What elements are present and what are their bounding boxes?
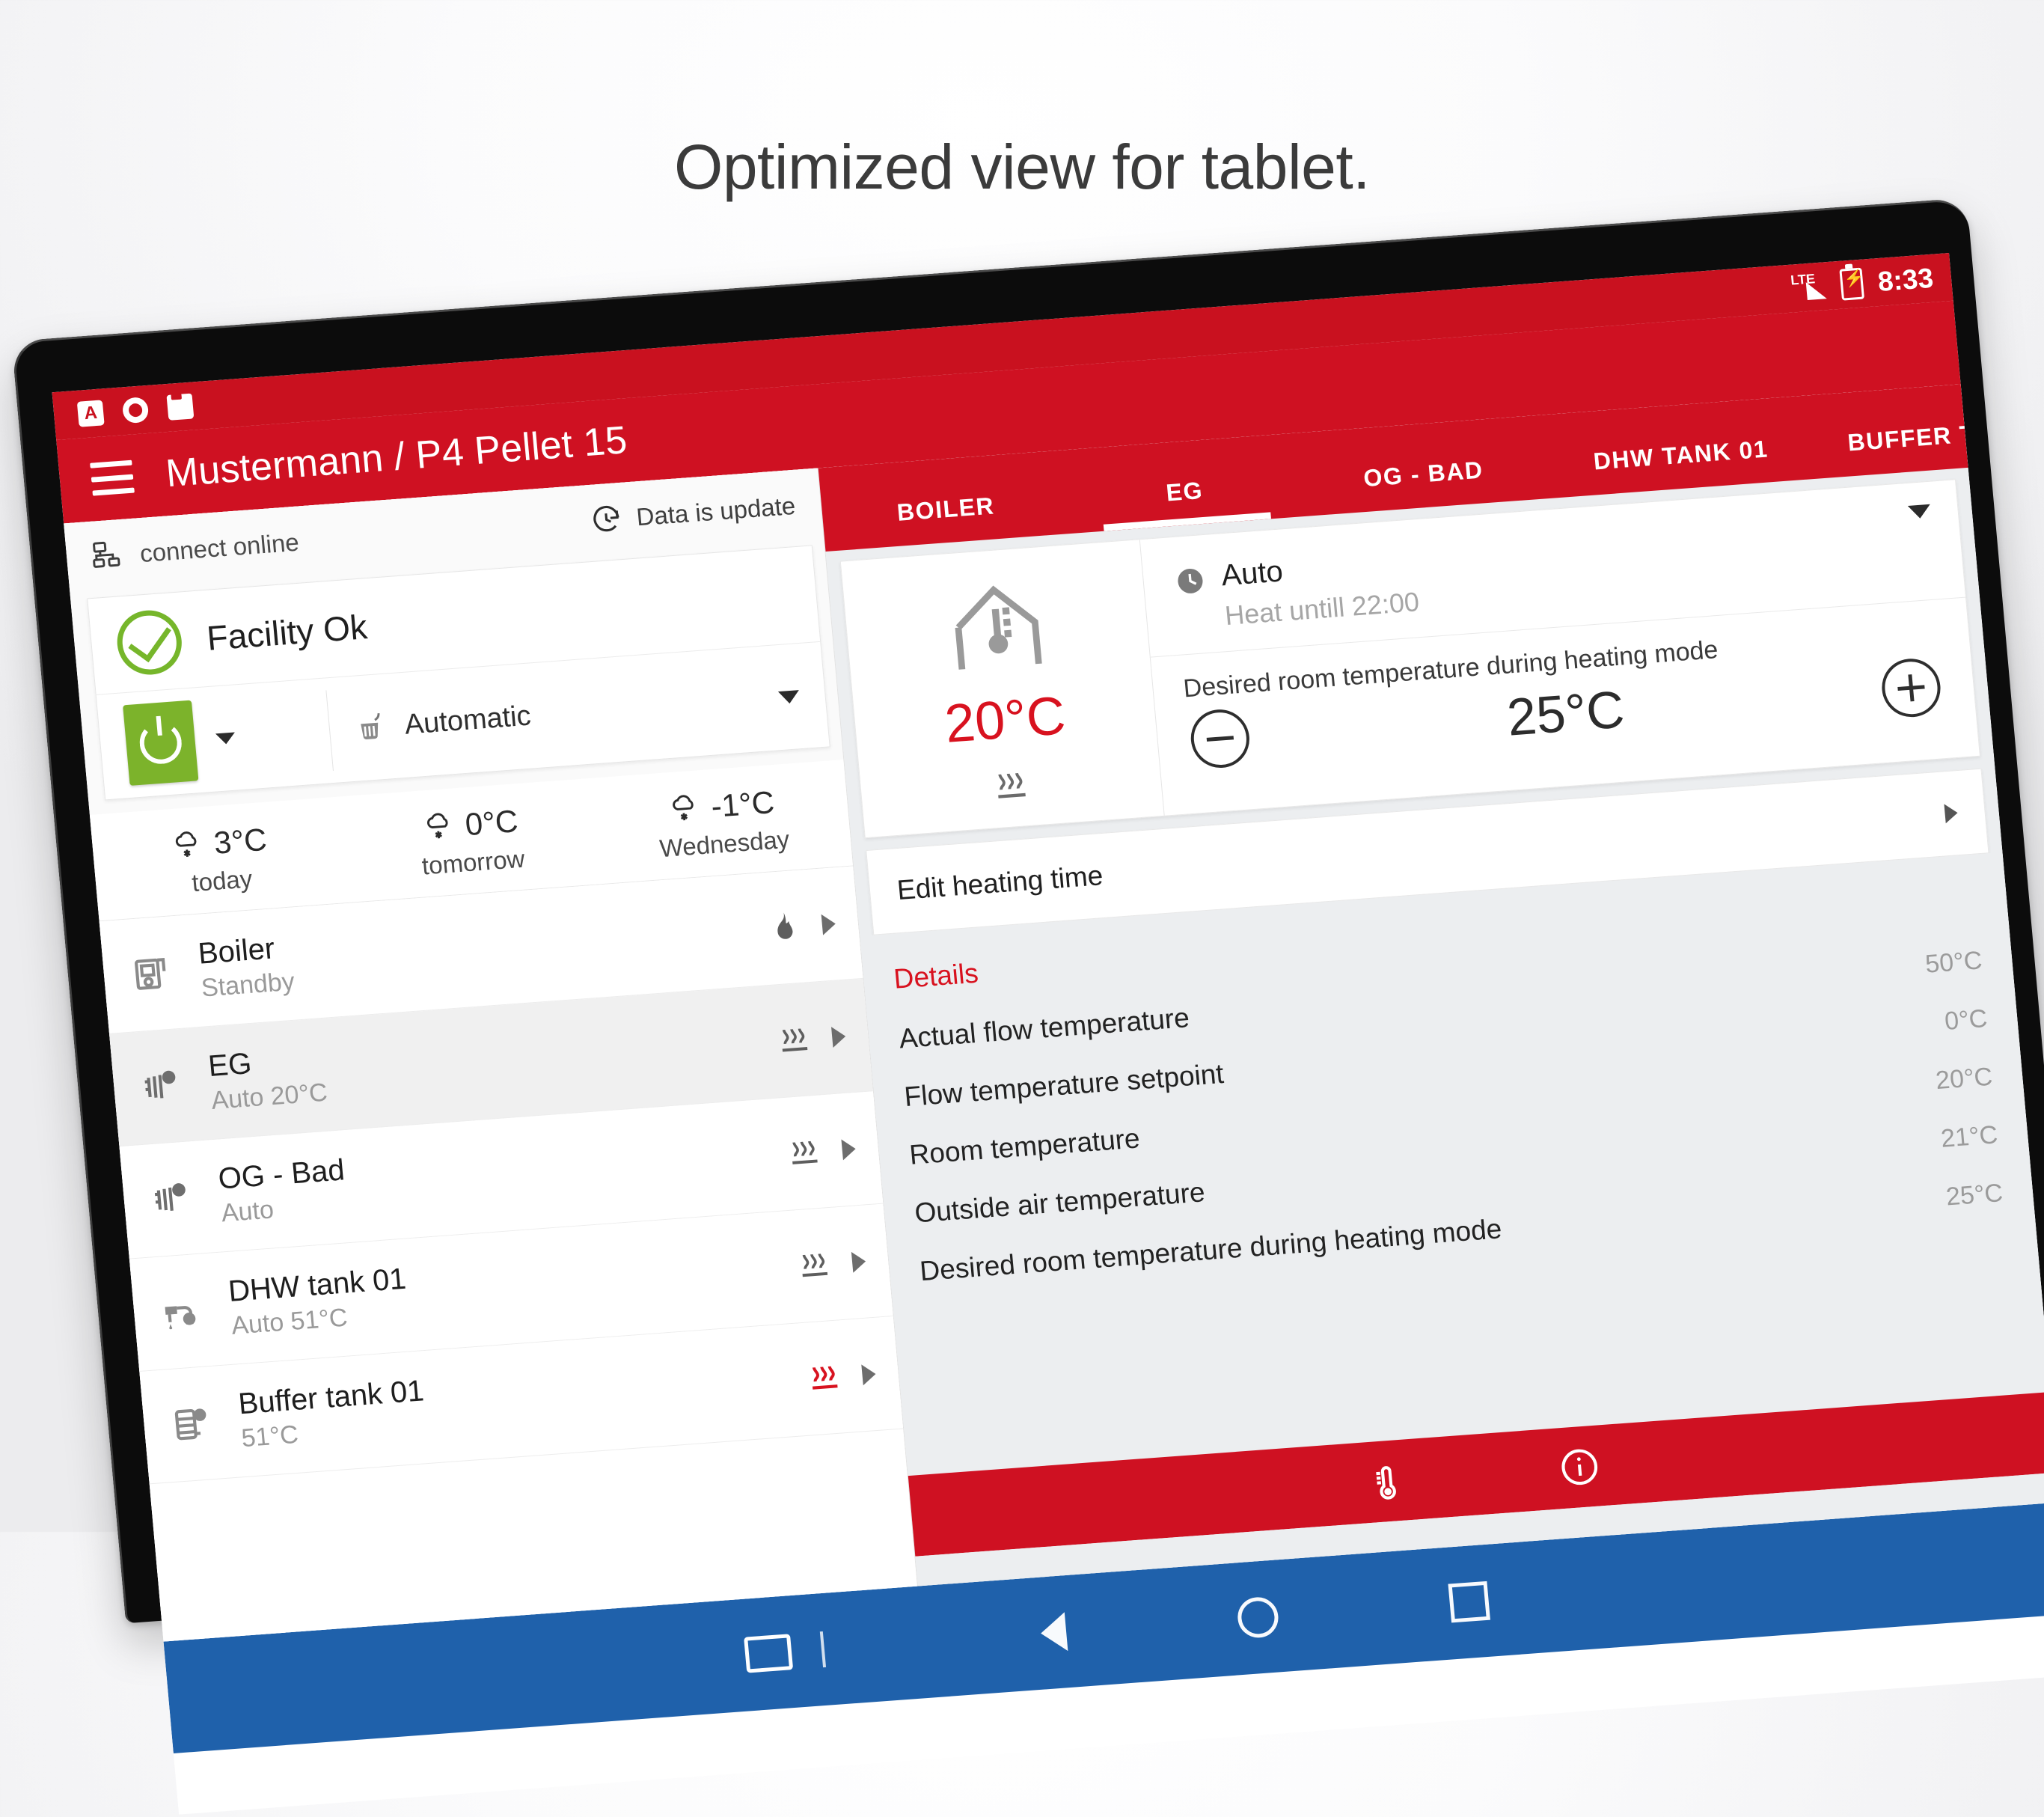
svg-text:1: 1 xyxy=(186,1313,193,1325)
tab-buffer-tank-01[interactable]: BUFFER TANK 0 xyxy=(1814,412,1968,479)
chevron-right-icon xyxy=(821,913,837,935)
buffer-tank-1-icon: 1 xyxy=(168,1398,234,1449)
zone-controls: Auto Heat untill 22:00 Desired room temp… xyxy=(1139,480,1980,816)
device-name: OG - Bad xyxy=(216,1153,346,1196)
weather-temp: 3°C xyxy=(212,821,269,861)
thermometer-icon[interactable] xyxy=(1363,1458,1410,1504)
edit-heating-time-label: Edit heating time xyxy=(896,860,1104,906)
device-status: Auto xyxy=(220,1195,275,1228)
svg-text:1: 1 xyxy=(197,1409,204,1420)
app-notification-icon: A xyxy=(76,400,105,427)
zone-mode-caret-down-icon[interactable] xyxy=(1907,504,1932,519)
battery-charging-icon xyxy=(1839,267,1864,301)
flame-icon xyxy=(765,908,804,947)
mode-caret-down-icon xyxy=(777,689,801,704)
detail-value: 20°C xyxy=(1934,1062,1994,1096)
info-circle-icon[interactable] xyxy=(1555,1444,1603,1490)
svg-text:1: 1 xyxy=(165,1072,172,1083)
device-name: EG xyxy=(206,1047,254,1084)
device-name: Boiler xyxy=(197,932,276,971)
chevron-right-icon xyxy=(841,1138,857,1161)
data-update-status: Data is update xyxy=(589,489,797,537)
chevron-right-icon xyxy=(861,1363,877,1386)
svg-text:2: 2 xyxy=(176,1185,183,1196)
back-icon[interactable] xyxy=(1038,1612,1068,1653)
power-button[interactable] xyxy=(123,700,199,786)
minus-circle-icon[interactable] xyxy=(1188,707,1252,770)
facility-status-label: Facility Ok xyxy=(205,607,370,658)
plus-circle-icon[interactable] xyxy=(1879,656,1943,719)
content-split: connect online Data is update Facility O… xyxy=(64,384,2044,1642)
left-pane: connect online Data is update Facility O… xyxy=(64,468,918,1642)
hamburger-menu-icon[interactable] xyxy=(90,459,135,496)
snow-cloud-icon xyxy=(667,790,704,827)
package-icon xyxy=(166,393,195,421)
snow-cloud-icon xyxy=(169,827,206,864)
boiler-icon xyxy=(127,948,194,999)
zone-mode-sub: Heat untill 22:00 xyxy=(1223,586,1421,632)
check-circle-icon xyxy=(114,608,185,677)
zone-temperature-summary: 20°C xyxy=(840,540,1165,838)
heat-waves-icon xyxy=(988,766,1033,806)
right-pane: BOILER EG OG - BAD DHW TANK 01 BUFFER TA… xyxy=(818,384,2044,1587)
network-connect-icon xyxy=(91,539,126,574)
heat-waves-icon xyxy=(774,1022,814,1058)
power-dropdown-caret-down-icon[interactable] xyxy=(215,732,236,745)
refresh-clock-icon xyxy=(589,502,625,537)
weather-cell: 0°C tomorrow xyxy=(343,798,600,886)
record-icon xyxy=(121,396,150,424)
pellet-burner-icon xyxy=(354,709,391,745)
radiator-2-icon: 2 xyxy=(147,1173,214,1224)
detail-value: 25°C xyxy=(1944,1179,2004,1212)
page-title: Optimized view for tablet. xyxy=(673,132,1371,202)
chevron-right-icon xyxy=(831,1025,847,1048)
keyboard-icon[interactable] xyxy=(744,1634,794,1673)
heat-waves-icon xyxy=(804,1359,845,1396)
radiator-1-icon: 1 xyxy=(138,1060,204,1111)
weather-cell: 3°C today xyxy=(91,816,349,904)
data-update-label: Data is update xyxy=(634,491,797,531)
home-icon[interactable] xyxy=(1236,1595,1280,1640)
recents-icon[interactable] xyxy=(1448,1581,1490,1623)
heat-waves-icon xyxy=(784,1134,824,1170)
tablet-device: A LTE 8:33 Mustermann / P4 Pellet 15 xyxy=(11,198,2044,1815)
zone-current-temperature: 20°C xyxy=(942,685,1068,754)
lte-signal-icon: LTE xyxy=(1790,271,1827,301)
weather-temp: 0°C xyxy=(463,803,520,843)
nav-divider xyxy=(819,1631,827,1668)
device-list: Boiler Standby 1 EG Auto 20°C 2 OG - Bad… xyxy=(99,866,917,1642)
detail-value: 50°C xyxy=(1924,946,1983,979)
snow-cloud-icon xyxy=(420,808,458,845)
device-status: Standby xyxy=(200,967,296,1003)
weather-temp: -1°C xyxy=(709,784,776,825)
weather-cell: -1°C Wednesday xyxy=(594,779,851,867)
detail-value: 0°C xyxy=(1943,1004,1989,1036)
detail-value: 21°C xyxy=(1939,1120,1999,1153)
tablet-screen: A LTE 8:33 Mustermann / P4 Pellet 15 xyxy=(52,253,2044,1815)
operating-mode-label: Automatic xyxy=(403,700,533,741)
chevron-right-icon xyxy=(1944,803,1959,824)
faucet-1-icon: 1 xyxy=(158,1286,224,1337)
details-section: Details Actual flow temperature 50°C Flo… xyxy=(860,852,2044,1476)
zone-mode-name: Auto xyxy=(1220,555,1285,593)
device-status: Auto 20°C xyxy=(209,1078,329,1115)
house-thermometer-icon xyxy=(937,572,1058,684)
status-time: 8:33 xyxy=(1876,262,1935,298)
clock-icon xyxy=(1172,564,1208,599)
power-icon xyxy=(138,720,184,766)
app-title: Mustermann / P4 Pellet 15 xyxy=(164,418,629,496)
heat-waves-icon xyxy=(794,1247,834,1283)
chevron-right-icon xyxy=(851,1250,867,1273)
connect-online-label: connect online xyxy=(138,528,301,568)
